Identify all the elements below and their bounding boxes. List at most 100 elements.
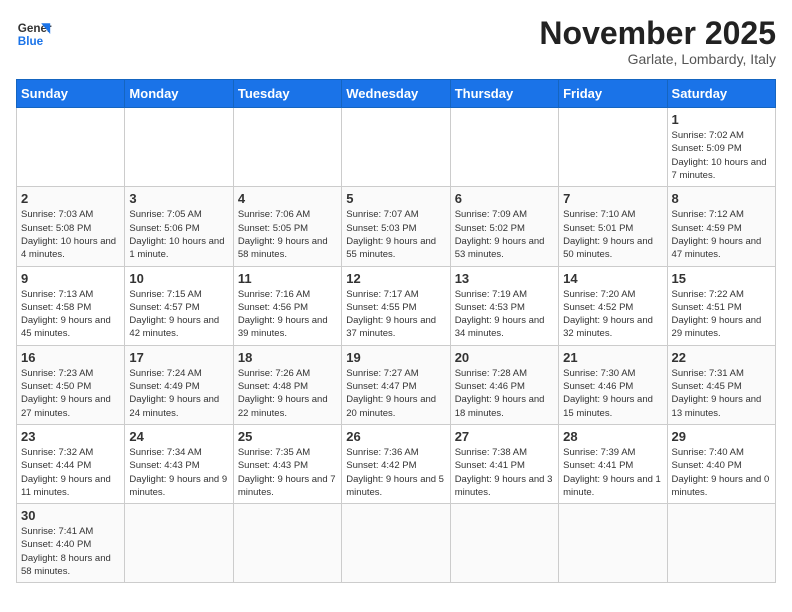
day-info: Sunrise: 7:15 AM Sunset: 4:57 PM Dayligh… — [129, 288, 228, 341]
calendar-week-1: 2 Sunrise: 7:03 AM Sunset: 5:08 PM Daylig… — [17, 187, 776, 266]
day-info: Sunrise: 7:40 AM Sunset: 4:40 PM Dayligh… — [672, 446, 771, 499]
logo: General Blue — [16, 16, 52, 52]
day-number: 16 — [21, 350, 120, 365]
day-number: 1 — [672, 112, 771, 127]
day-info: Sunrise: 7:27 AM Sunset: 4:47 PM Dayligh… — [346, 367, 445, 420]
location-title: Garlate, Lombardy, Italy — [539, 51, 776, 67]
day-number: 11 — [238, 271, 337, 286]
calendar-cell — [342, 504, 450, 583]
calendar-cell: 16 Sunrise: 7:23 AM Sunset: 4:50 PM Dayli… — [17, 345, 125, 424]
calendar-week-3: 16 Sunrise: 7:23 AM Sunset: 4:50 PM Dayli… — [17, 345, 776, 424]
calendar-cell: 7 Sunrise: 7:10 AM Sunset: 5:01 PM Daylig… — [559, 187, 667, 266]
day-number: 24 — [129, 429, 228, 444]
day-info: Sunrise: 7:20 AM Sunset: 4:52 PM Dayligh… — [563, 288, 662, 341]
day-info: Sunrise: 7:35 AM Sunset: 4:43 PM Dayligh… — [238, 446, 337, 499]
day-number: 25 — [238, 429, 337, 444]
calendar-cell: 23Sunrise: 7:32 AM Sunset: 4:44 PM Dayli… — [17, 424, 125, 503]
day-number: 20 — [455, 350, 554, 365]
day-info: Sunrise: 7:34 AM Sunset: 4:43 PM Dayligh… — [129, 446, 228, 499]
day-number: 27 — [455, 429, 554, 444]
day-info: Sunrise: 7:16 AM Sunset: 4:56 PM Dayligh… — [238, 288, 337, 341]
calendar-cell: 8 Sunrise: 7:12 AM Sunset: 4:59 PM Daylig… — [667, 187, 775, 266]
day-number: 12 — [346, 271, 445, 286]
day-number: 22 — [672, 350, 771, 365]
logo-icon: General Blue — [16, 16, 52, 52]
day-number: 8 — [672, 191, 771, 206]
calendar-cell: 30 Sunrise: 7:41 AM Sunset: 4:40 PM Dayli… — [17, 504, 125, 583]
day-info: Sunrise: 7:38 AM Sunset: 4:41 PM Dayligh… — [455, 446, 554, 499]
day-info: Sunrise: 7:36 AM Sunset: 4:42 PM Dayligh… — [346, 446, 445, 499]
day-number: 6 — [455, 191, 554, 206]
calendar-week-2: 9 Sunrise: 7:13 AM Sunset: 4:58 PM Daylig… — [17, 266, 776, 345]
day-number: 30 — [21, 508, 120, 523]
weekday-header-sunday: Sunday — [17, 80, 125, 108]
day-number: 14 — [563, 271, 662, 286]
day-info: Sunrise: 7:07 AM Sunset: 5:03 PM Dayligh… — [346, 208, 445, 261]
day-info: Sunrise: 7:09 AM Sunset: 5:02 PM Dayligh… — [455, 208, 554, 261]
calendar-cell: 28Sunrise: 7:39 AM Sunset: 4:41 PM Dayli… — [559, 424, 667, 503]
day-number: 17 — [129, 350, 228, 365]
calendar-cell: 6 Sunrise: 7:09 AM Sunset: 5:02 PM Daylig… — [450, 187, 558, 266]
calendar-week-5: 30 Sunrise: 7:41 AM Sunset: 4:40 PM Dayli… — [17, 504, 776, 583]
calendar-cell: 25 Sunrise: 7:35 AM Sunset: 4:43 PM Dayli… — [233, 424, 341, 503]
calendar-cell — [450, 504, 558, 583]
day-number: 5 — [346, 191, 445, 206]
weekday-header-wednesday: Wednesday — [342, 80, 450, 108]
calendar-cell: 29Sunrise: 7:40 AM Sunset: 4:40 PM Dayli… — [667, 424, 775, 503]
day-info: Sunrise: 7:10 AM Sunset: 5:01 PM Dayligh… — [563, 208, 662, 261]
month-title: November 2025 — [539, 16, 776, 51]
calendar-cell: 26Sunrise: 7:36 AM Sunset: 4:42 PM Dayli… — [342, 424, 450, 503]
calendar-cell — [233, 108, 341, 187]
day-info: Sunrise: 7:31 AM Sunset: 4:45 PM Dayligh… — [672, 367, 771, 420]
day-info: Sunrise: 7:41 AM Sunset: 4:40 PM Dayligh… — [21, 525, 120, 578]
day-info: Sunrise: 7:19 AM Sunset: 4:53 PM Dayligh… — [455, 288, 554, 341]
day-number: 2 — [21, 191, 120, 206]
title-block: November 2025 Garlate, Lombardy, Italy — [539, 16, 776, 67]
calendar-cell — [233, 504, 341, 583]
day-info: Sunrise: 7:24 AM Sunset: 4:49 PM Dayligh… — [129, 367, 228, 420]
weekday-header-tuesday: Tuesday — [233, 80, 341, 108]
calendar-cell: 1 Sunrise: 7:02 AM Sunset: 5:09 PM Daylig… — [667, 108, 775, 187]
calendar-cell: 18Sunrise: 7:26 AM Sunset: 4:48 PM Dayli… — [233, 345, 341, 424]
calendar-cell — [125, 504, 233, 583]
day-info: Sunrise: 7:22 AM Sunset: 4:51 PM Dayligh… — [672, 288, 771, 341]
day-number: 4 — [238, 191, 337, 206]
day-info: Sunrise: 7:28 AM Sunset: 4:46 PM Dayligh… — [455, 367, 554, 420]
day-number: 18 — [238, 350, 337, 365]
day-info: Sunrise: 7:02 AM Sunset: 5:09 PM Dayligh… — [672, 129, 771, 182]
calendar-cell — [125, 108, 233, 187]
calendar-cell: 17 Sunrise: 7:24 AM Sunset: 4:49 PM Dayli… — [125, 345, 233, 424]
weekday-header-saturday: Saturday — [667, 80, 775, 108]
calendar-cell: 3 Sunrise: 7:05 AM Sunset: 5:06 PM Daylig… — [125, 187, 233, 266]
calendar-cell — [342, 108, 450, 187]
day-number: 7 — [563, 191, 662, 206]
calendar-cell — [667, 504, 775, 583]
calendar-cell: 22 Sunrise: 7:31 AM Sunset: 4:45 PM Dayli… — [667, 345, 775, 424]
calendar-table: SundayMondayTuesdayWednesdayThursdayFrid… — [16, 79, 776, 583]
calendar-cell: 4 Sunrise: 7:06 AM Sunset: 5:05 PM Daylig… — [233, 187, 341, 266]
day-info: Sunrise: 7:06 AM Sunset: 5:05 PM Dayligh… — [238, 208, 337, 261]
day-info: Sunrise: 7:13 AM Sunset: 4:58 PM Dayligh… — [21, 288, 120, 341]
day-number: 3 — [129, 191, 228, 206]
calendar-cell — [559, 108, 667, 187]
calendar-cell — [559, 504, 667, 583]
calendar-cell: 15 Sunrise: 7:22 AM Sunset: 4:51 PM Dayli… — [667, 266, 775, 345]
weekday-header-monday: Monday — [125, 80, 233, 108]
calendar-cell — [450, 108, 558, 187]
weekday-header-friday: Friday — [559, 80, 667, 108]
day-info: Sunrise: 7:23 AM Sunset: 4:50 PM Dayligh… — [21, 367, 120, 420]
day-number: 9 — [21, 271, 120, 286]
calendar-week-0: 1 Sunrise: 7:02 AM Sunset: 5:09 PM Daylig… — [17, 108, 776, 187]
page-header: General Blue November 2025 Garlate, Lomb… — [16, 16, 776, 67]
day-info: Sunrise: 7:17 AM Sunset: 4:55 PM Dayligh… — [346, 288, 445, 341]
weekday-header-thursday: Thursday — [450, 80, 558, 108]
calendar-cell: 10Sunrise: 7:15 AM Sunset: 4:57 PM Dayli… — [125, 266, 233, 345]
day-info: Sunrise: 7:12 AM Sunset: 4:59 PM Dayligh… — [672, 208, 771, 261]
day-number: 19 — [346, 350, 445, 365]
day-info: Sunrise: 7:03 AM Sunset: 5:08 PM Dayligh… — [21, 208, 120, 261]
day-number: 15 — [672, 271, 771, 286]
day-info: Sunrise: 7:05 AM Sunset: 5:06 PM Dayligh… — [129, 208, 228, 261]
calendar-cell: 13Sunrise: 7:19 AM Sunset: 4:53 PM Dayli… — [450, 266, 558, 345]
calendar-week-4: 23Sunrise: 7:32 AM Sunset: 4:44 PM Dayli… — [17, 424, 776, 503]
day-info: Sunrise: 7:39 AM Sunset: 4:41 PM Dayligh… — [563, 446, 662, 499]
